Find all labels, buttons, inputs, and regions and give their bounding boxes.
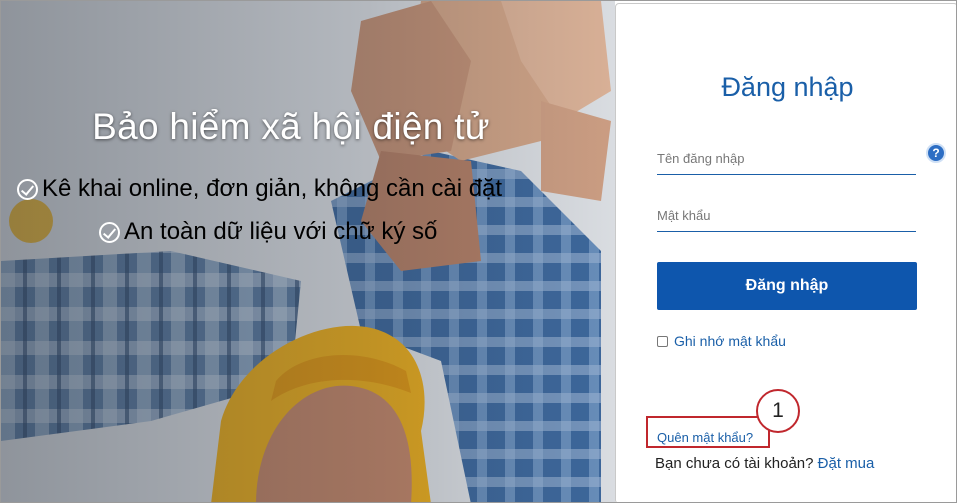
hero-banner: Bảo hiểm xã hội điện tử Kê khai online, … (1, 1, 615, 502)
signup-prompt: Bạn chưa có tài khoản? (655, 455, 814, 472)
login-panel: Đăng nhập ? Đăng nhập Ghi nhớ mật khẩu Q… (615, 3, 956, 502)
step-callout: 1 (756, 389, 800, 433)
login-title: Đăng nhập (721, 72, 854, 102)
question-circle-icon[interactable]: ? (926, 143, 946, 163)
forgot-password-link[interactable]: Quên mật khẩu? (657, 430, 753, 445)
username-input[interactable] (657, 142, 916, 175)
hero-feature-text: An toàn dữ liệu với chữ ký số (124, 218, 438, 245)
signup-link[interactable]: Đặt mua (818, 455, 875, 472)
password-input[interactable] (657, 199, 916, 232)
remember-label: Ghi nhớ mật khẩu (674, 333, 786, 349)
signup-line: Bạn chưa có tài khoản? Đặt mua (655, 455, 874, 472)
hero-text-block: Bảo hiểm xã hội điện tử (1, 106, 581, 148)
hero-feature-security: An toàn dữ liệu với chữ ký số (99, 218, 437, 246)
remember-me[interactable]: Ghi nhớ mật khẩu (657, 333, 786, 349)
hero-overlay (1, 1, 615, 502)
login-button[interactable]: Đăng nhập (657, 262, 917, 310)
remember-checkbox[interactable] (657, 335, 668, 347)
hero-feature-text: Kê khai online, đơn giản, không cần cài … (42, 175, 503, 202)
hero-feature-online: Kê khai online, đơn giản, không cần cài … (17, 175, 502, 203)
check-circle-icon (99, 221, 120, 243)
page-frame: Bảo hiểm xã hội điện tử Kê khai online, … (0, 0, 957, 503)
hero-title: Bảo hiểm xã hội điện tử (92, 106, 490, 147)
check-circle-icon (17, 178, 38, 200)
